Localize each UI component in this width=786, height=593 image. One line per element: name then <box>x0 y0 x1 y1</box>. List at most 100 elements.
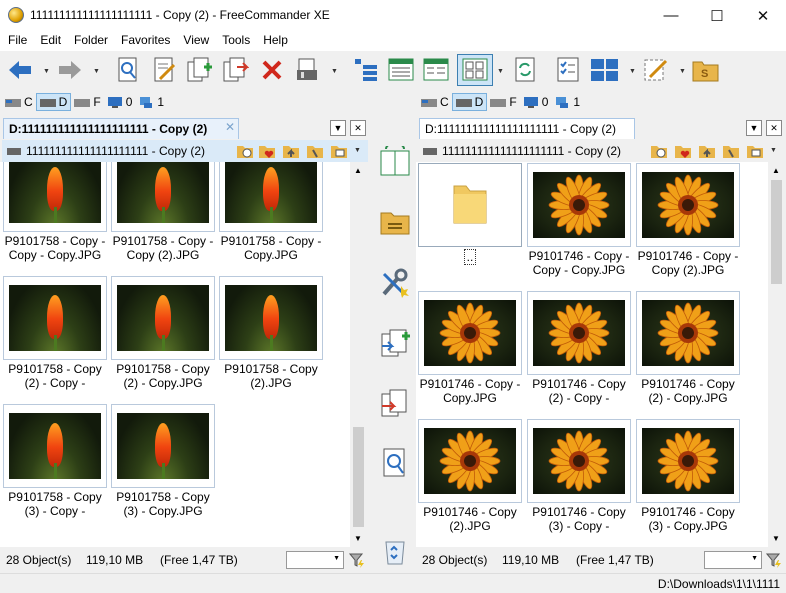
view-file-icon[interactable] <box>114 56 142 84</box>
image-thumbnail[interactable] <box>219 162 323 232</box>
file-item[interactable]: P9101758 - Copy (2).JPG <box>218 275 324 403</box>
file-item[interactable]: P9101758 - Copy (2) - Copy.JPG <box>110 275 216 403</box>
image-thumbnail[interactable] <box>418 419 522 503</box>
move-to-icon[interactable] <box>380 388 410 418</box>
right-scroll-thumb[interactable] <box>771 180 782 284</box>
file-item[interactable]: .. <box>417 162 523 290</box>
pack-icon[interactable] <box>294 56 322 84</box>
maximize-button[interactable]: ☐ <box>694 0 740 31</box>
scroll-down-icon[interactable]: ▼ <box>354 534 362 543</box>
image-thumbnail[interactable] <box>636 163 740 247</box>
history-icon[interactable] <box>650 143 668 159</box>
file-item[interactable]: P9101758 - Copy - Copy - Copy.JPG <box>2 162 108 275</box>
menu-tools[interactable]: Tools <box>216 31 257 51</box>
image-thumbnail[interactable] <box>636 419 740 503</box>
image-thumbnail[interactable] <box>3 162 107 232</box>
filter-icon[interactable] <box>766 552 782 568</box>
file-item[interactable]: P9101746 - Copy (3) - Copy - <box>526 418 632 546</box>
layout-icon[interactable] <box>590 56 618 84</box>
right-tab-list-icon[interactable]: ▼ <box>746 120 762 136</box>
copy-to-icon[interactable] <box>380 328 410 358</box>
image-thumbnail[interactable] <box>527 163 631 247</box>
file-item[interactable]: P9101758 - Copy (3) - Copy - <box>2 403 108 531</box>
favorites-folder-icon[interactable]: S <box>692 56 720 84</box>
delete-icon[interactable] <box>258 56 286 84</box>
file-item[interactable]: P9101758 - Copy (2) - Copy - <box>2 275 108 403</box>
close-button[interactable]: ✕ <box>740 0 786 31</box>
right-scrollbar[interactable]: ▲ ▼ <box>768 162 785 547</box>
image-thumbnail[interactable] <box>111 276 215 360</box>
scroll-up-icon[interactable]: ▲ <box>772 166 780 175</box>
copy-icon[interactable] <box>186 56 214 84</box>
left-tab-close-icon[interactable]: ✕ <box>225 120 235 134</box>
left-tab[interactable]: D:111111111111111111111 - Copy (2) <box>3 118 239 139</box>
refresh-icon[interactable] <box>512 56 540 84</box>
left-drive-c[interactable]: C <box>2 93 36 111</box>
menu-favorites[interactable]: Favorites <box>115 31 177 51</box>
folder-tree-icon[interactable] <box>380 208 410 238</box>
file-item[interactable]: P9101746 - Copy - Copy.JPG <box>417 290 523 418</box>
menu-view[interactable]: View <box>177 31 216 51</box>
left-tab-list-icon[interactable]: ▼ <box>330 120 346 136</box>
left-filter-combo[interactable]: ▼ <box>286 551 344 569</box>
right-drive-network[interactable]: 1 <box>551 93 583 111</box>
parent-folder-icon[interactable] <box>282 143 300 159</box>
left-drive-desktop[interactable]: 0 <box>104 93 136 111</box>
back-dropdown-icon[interactable]: ▼ <box>43 68 50 75</box>
settings-icon[interactable] <box>642 56 670 84</box>
image-thumbnail[interactable] <box>3 404 107 488</box>
forward-dropdown-icon[interactable]: ▼ <box>93 68 100 75</box>
recycle-bin-icon[interactable] <box>380 536 410 566</box>
file-item[interactable]: P9101758 - Copy - Copy.JPG <box>218 162 324 275</box>
select-icon[interactable] <box>555 56 583 84</box>
right-tab[interactable]: D:111111111111111111111 - Copy (2) <box>419 118 635 139</box>
menu-file[interactable]: File <box>2 31 34 51</box>
quick-view-icon[interactable] <box>380 448 410 478</box>
image-thumbnail[interactable] <box>527 291 631 375</box>
left-path[interactable]: 111111111111111111111 - Copy (2) <box>26 144 226 158</box>
parent-folder-thumbnail[interactable] <box>418 163 522 247</box>
right-filter-combo[interactable]: ▼ <box>704 551 762 569</box>
file-item[interactable]: P9101758 - Copy (3) - Copy.JPG <box>110 403 216 531</box>
right-drive-c[interactable]: C <box>418 93 452 111</box>
sync-folder-icon[interactable] <box>330 143 348 159</box>
scroll-down-icon[interactable]: ▼ <box>772 534 780 543</box>
history-icon[interactable] <box>236 143 254 159</box>
left-scrollbar[interactable]: ▲ ▼ <box>350 162 367 547</box>
swap-panels-icon[interactable] <box>380 146 410 176</box>
file-item[interactable]: P9101746 - Copy (2) - Copy - <box>526 290 632 418</box>
move-icon[interactable] <box>222 56 250 84</box>
left-drive-network[interactable]: 1 <box>135 93 167 111</box>
tools-icon[interactable] <box>380 268 410 298</box>
right-drive-desktop[interactable]: 0 <box>520 93 552 111</box>
edit-file-icon[interactable] <box>150 56 178 84</box>
left-drive-f[interactable]: F <box>71 93 103 111</box>
back-icon[interactable] <box>6 56 34 84</box>
root-folder-icon[interactable] <box>722 143 740 159</box>
right-path[interactable]: 111111111111111111111 - Copy (2) <box>442 144 636 158</box>
view-dropdown-icon[interactable]: ▼ <box>497 68 504 75</box>
menu-help[interactable]: Help <box>257 31 295 51</box>
path-dropdown-icon[interactable]: ▼ <box>770 147 777 154</box>
tree-view-icon[interactable] <box>352 56 380 84</box>
settings-dropdown-icon[interactable]: ▼ <box>679 68 686 75</box>
image-thumbnail[interactable] <box>527 419 631 503</box>
right-panel-close-icon[interactable]: ✕ <box>766 120 782 136</box>
menu-folder[interactable]: Folder <box>68 31 115 51</box>
layout-dropdown-icon[interactable]: ▼ <box>629 68 636 75</box>
menu-edit[interactable]: Edit <box>34 31 68 51</box>
file-item[interactable]: P9101758 - Copy - Copy (2).JPG <box>110 162 216 275</box>
file-item[interactable]: P9101746 - Copy (2).JPG <box>417 418 523 546</box>
image-thumbnail[interactable] <box>219 276 323 360</box>
image-thumbnail[interactable] <box>636 291 740 375</box>
image-thumbnail[interactable] <box>111 162 215 232</box>
minimize-button[interactable]: — <box>648 0 694 31</box>
forward-icon[interactable] <box>56 56 84 84</box>
scroll-up-icon[interactable]: ▲ <box>354 166 362 175</box>
pack-dropdown-icon[interactable]: ▼ <box>331 68 338 75</box>
image-thumbnail[interactable] <box>3 276 107 360</box>
details-view-icon[interactable] <box>387 56 415 84</box>
sync-folder-icon[interactable] <box>746 143 764 159</box>
left-drive-d[interactable]: D <box>35 93 72 111</box>
favorites-icon[interactable] <box>674 143 692 159</box>
